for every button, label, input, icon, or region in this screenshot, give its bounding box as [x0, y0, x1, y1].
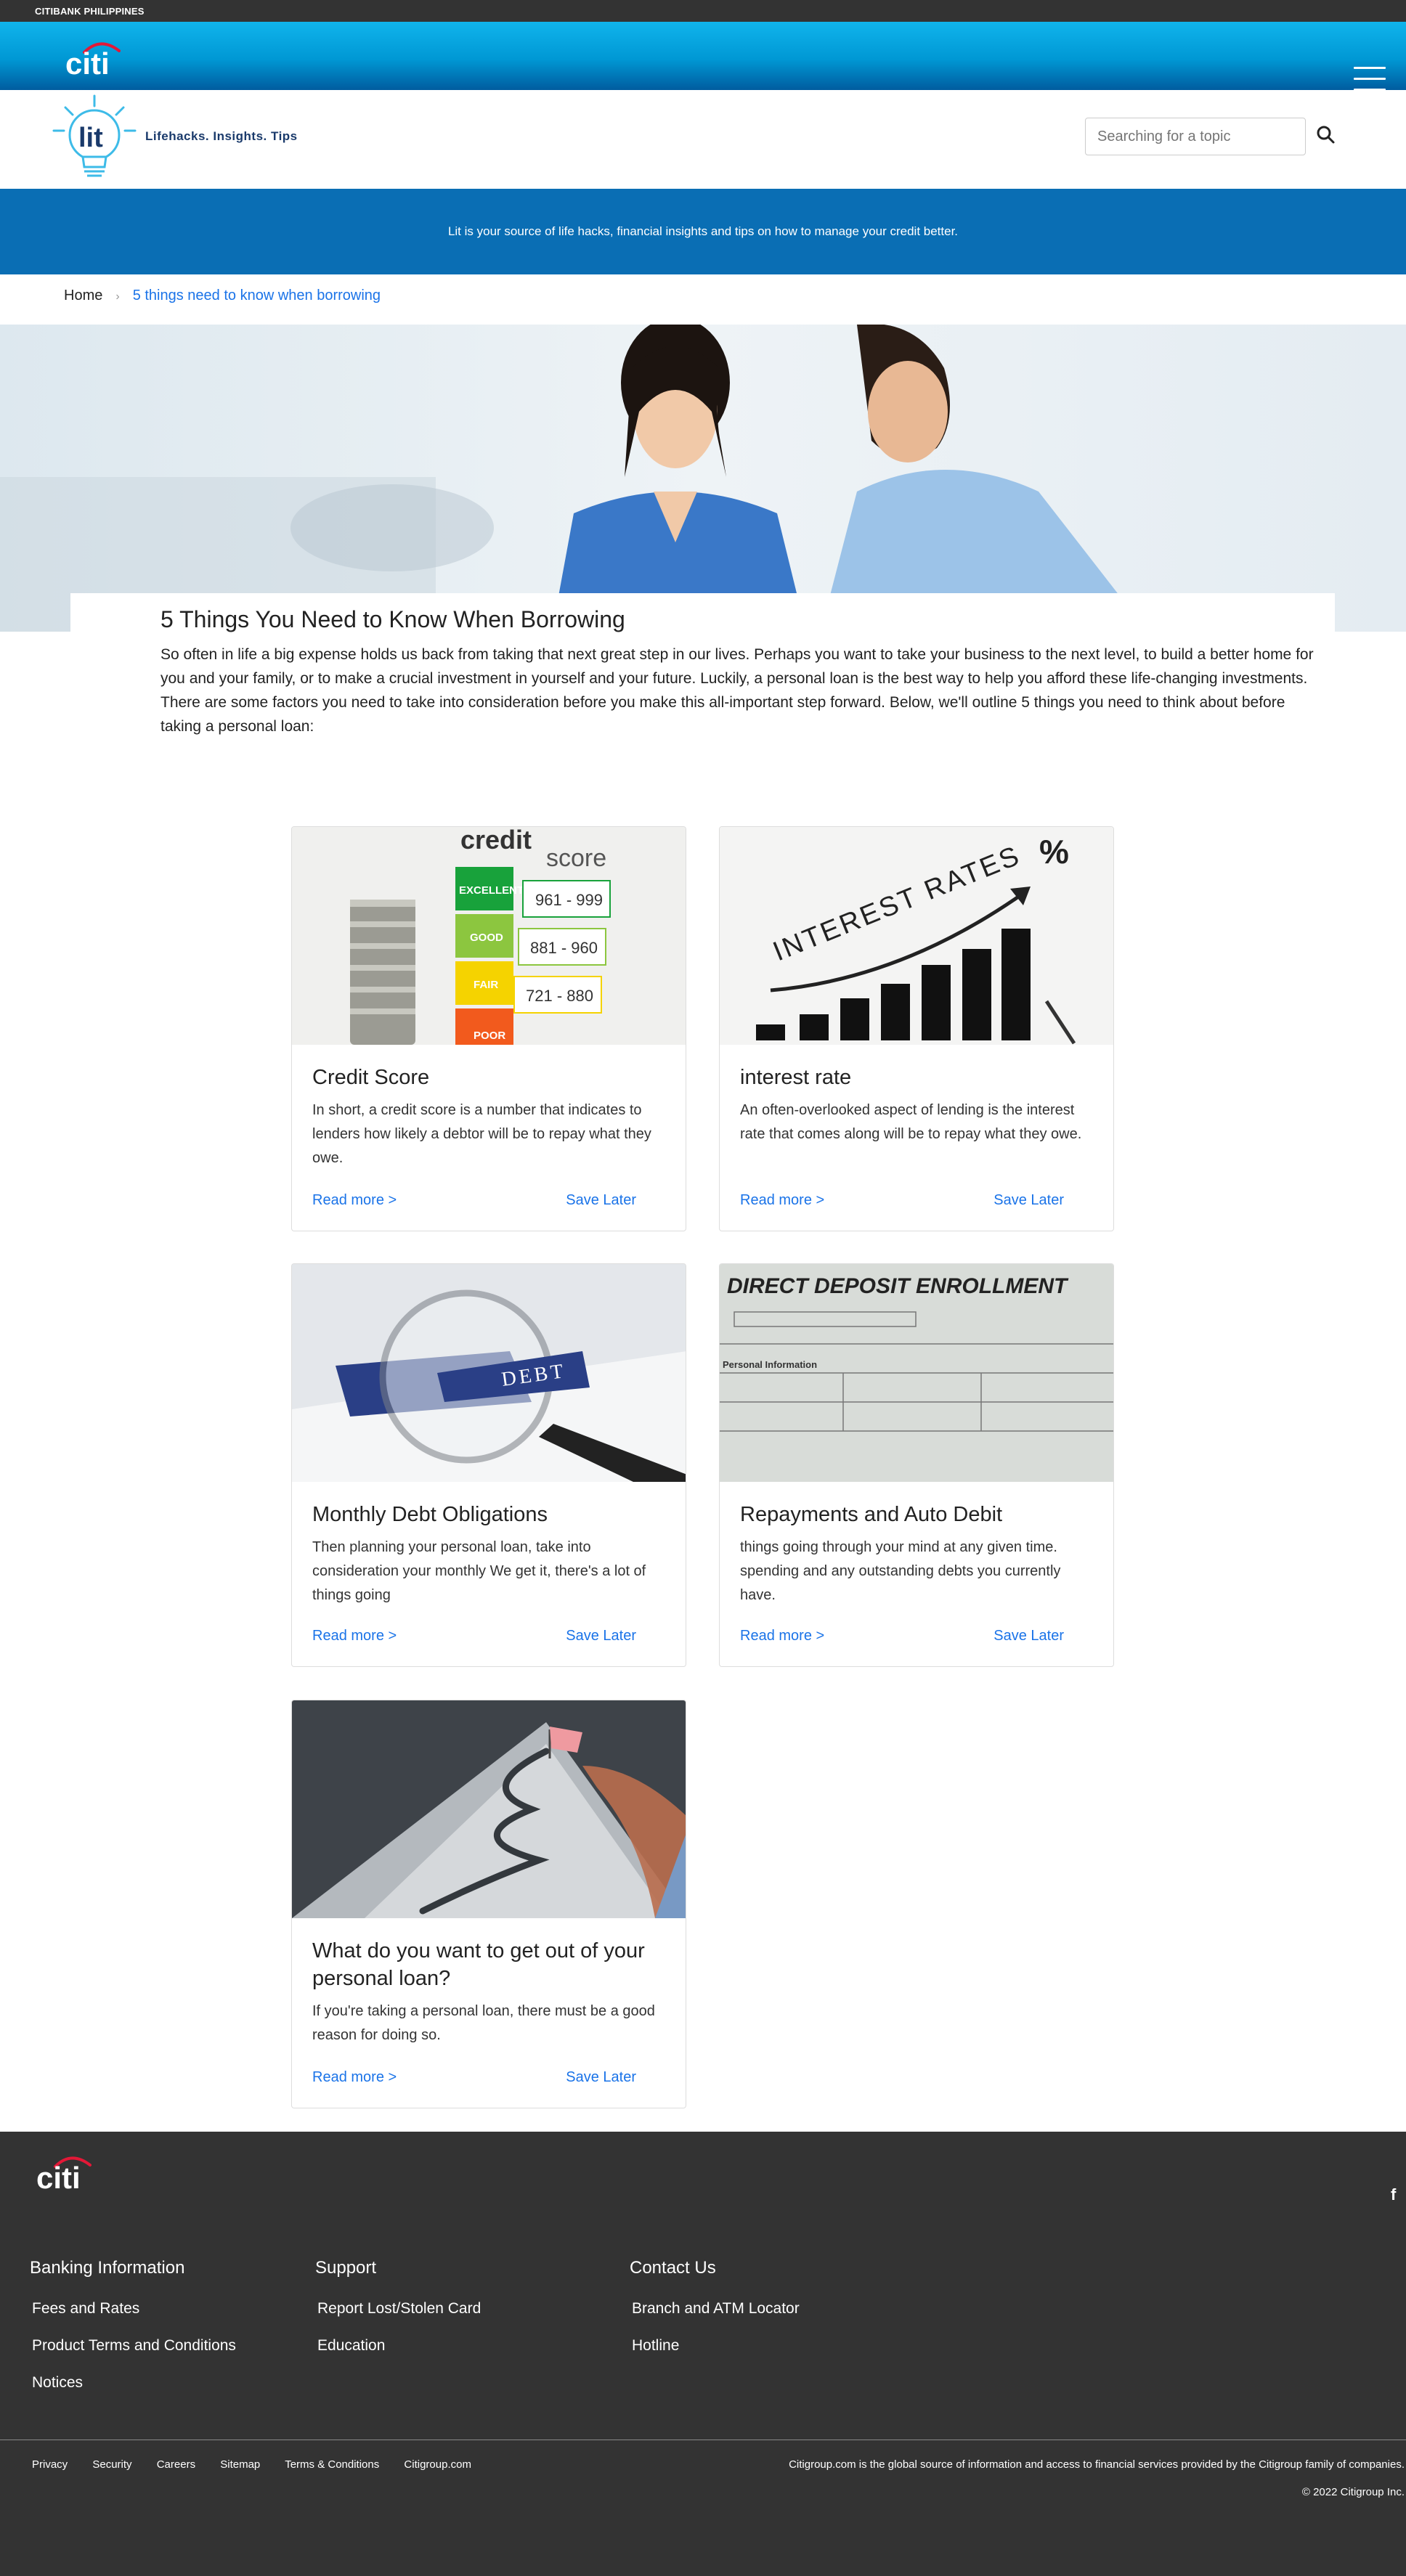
card-text: things going through your mind at any gi…: [740, 1539, 1061, 1603]
footer-note: Citigroup.com is the global source of in…: [789, 2458, 1405, 2471]
lit-bulb-logo[interactable]: lit: [51, 94, 138, 184]
svg-text:GOOD: GOOD: [470, 932, 503, 944]
copyright: © 2022 Citigroup Inc.: [1301, 2486, 1405, 2498]
svg-text:721 - 880: 721 - 880: [526, 987, 593, 1005]
read-more-link[interactable]: Read more >: [740, 1628, 824, 1644]
breadcrumb: Home › 5 things need to know when borrowin…: [64, 288, 381, 304]
footer-heading: Support: [315, 2258, 377, 2278]
footer-link[interactable]: Hotline: [630, 2337, 800, 2355]
read-more-link[interactable]: Read more >: [312, 1628, 397, 1644]
banner-text: Lit is your source of life hacks, financ…: [447, 224, 959, 238]
footer-link[interactable]: Branch and ATM Locator: [630, 2300, 800, 2318]
svg-text:POOR: POOR: [474, 1030, 505, 1042]
interest-rates-image: INTEREST RATES %: [720, 827, 1113, 1045]
breadcrumb-separator-icon: ›: [115, 290, 120, 303]
svg-text:credit: credit: [460, 827, 532, 855]
card-credit-score[interactable]: credit score EXCELLENT GOOD FAIR POOR 96…: [291, 826, 686, 1231]
save-later-link[interactable]: Save Later: [566, 2069, 636, 2086]
footer-heading: Banking Information: [30, 2258, 185, 2278]
svg-text:%: %: [1039, 833, 1069, 871]
credit-score-image: credit score EXCELLENT GOOD FAIR POOR 96…: [292, 827, 686, 1045]
svg-text:citi: citi: [65, 46, 110, 77]
country-label: CITIBANK PHILIPPINES: [35, 6, 145, 17]
card-text: If you're taking a personal loan, there …: [312, 2003, 655, 2043]
footer-link[interactable]: Product Terms and Conditions: [30, 2337, 236, 2355]
privacy-link[interactable]: Privacy: [32, 2458, 68, 2471]
svg-text:score: score: [546, 844, 606, 872]
save-later-link[interactable]: Save Later: [993, 1628, 1064, 1644]
direct-deposit-image: DIRECT DEPOSIT ENROLLMENT Personal Infor…: [720, 1264, 1113, 1482]
sitemap-link[interactable]: Sitemap: [220, 2458, 260, 2471]
svg-text:FAIR: FAIR: [474, 979, 498, 991]
read-more-link[interactable]: Read more >: [312, 1192, 397, 1208]
footer-column-banking: Banking Information Fees and Rates Produ…: [30, 2258, 236, 2411]
footer-column-contact: Contact Us Branch and ATM Locator Hotlin…: [630, 2258, 800, 2374]
footer-link[interactable]: Fees and Rates: [30, 2300, 236, 2318]
info-banner: Lit is your source of life hacks, financ…: [0, 189, 1406, 274]
article-body: So often in life a big expense holds us …: [160, 646, 1314, 735]
footer-column-support: Support Report Lost/Stolen Card Educatio…: [315, 2258, 481, 2374]
card-repayments[interactable]: DIRECT DEPOSIT ENROLLMENT Personal Infor…: [719, 1263, 1114, 1667]
debt-magnifier-image: DEBT: [292, 1264, 686, 1482]
read-more-link[interactable]: Read more >: [312, 2069, 397, 2085]
lit-tagline: Lifehacks. Insights. Tips: [145, 129, 298, 143]
search-icon[interactable]: [1312, 121, 1341, 150]
search-input[interactable]: [1085, 118, 1306, 155]
card-title: Monthly Debt Obligations: [312, 1503, 548, 1526]
facebook-icon[interactable]: f: [1391, 2185, 1396, 2204]
card-title: Repayments and Auto Debit: [740, 1503, 1003, 1526]
hero-image: [0, 325, 1406, 632]
card-personal-loan-goal[interactable]: What do you want to get out of your pers…: [291, 1700, 686, 2108]
card-monthly-debt[interactable]: DEBT Monthly Debt Obligations Then plann…: [291, 1263, 686, 1667]
footer-link[interactable]: Report Lost/Stolen Card: [315, 2300, 481, 2318]
top-bar: CITIBANK PHILIPPINES: [0, 0, 1406, 22]
footer-citi-logo[interactable]: citi: [35, 2151, 99, 2191]
svg-text:881 - 960: 881 - 960: [530, 939, 598, 957]
breadcrumb-home[interactable]: Home: [64, 288, 102, 303]
security-link[interactable]: Security: [92, 2458, 131, 2471]
svg-text:Personal Information: Personal Information: [723, 1359, 817, 1370]
terms-link[interactable]: Terms & Conditions: [285, 2458, 379, 2471]
read-more-link[interactable]: Read more >: [740, 1192, 824, 1208]
card-title: interest rate: [740, 1066, 852, 1089]
svg-text:DIRECT DEPOSIT ENROLLMENT: DIRECT DEPOSIT ENROLLMENT: [727, 1274, 1069, 1298]
citigroup-link[interactable]: Citigroup.com: [404, 2458, 471, 2471]
card-title: Credit Score: [312, 1066, 430, 1089]
breadcrumb-current[interactable]: 5 things need to know when borrowing: [133, 288, 381, 303]
footer-bottom-links: Privacy Security Careers Sitemap Terms &…: [32, 2458, 493, 2471]
save-later-link[interactable]: Save Later: [993, 1192, 1064, 1209]
save-later-link[interactable]: Save Later: [566, 1628, 636, 1644]
card-text: An often-overlooked aspect of lending is…: [740, 1102, 1082, 1142]
article: 5 Things You Need to Know When Borrowing…: [70, 593, 1335, 796]
lit-header: lit Lifehacks. Insights. Tips: [0, 90, 1406, 189]
card-interest-rate[interactable]: INTEREST RATES % interest rate An often-…: [719, 826, 1114, 1231]
card-text: Then planning your personal loan, take i…: [312, 1539, 646, 1603]
card-title: What do you want to get out of your pers…: [312, 1939, 645, 1990]
menu-icon[interactable]: [1354, 67, 1386, 93]
footer-heading: Contact Us: [630, 2258, 716, 2278]
svg-text:lit: lit: [78, 123, 103, 153]
citi-header: citi: [0, 22, 1406, 93]
footer-link[interactable]: Education: [315, 2337, 481, 2355]
article-title: 5 Things You Need to Know When Borrowing: [160, 606, 625, 632]
mountain-flag-image: [292, 1700, 686, 1918]
svg-text:citi: citi: [36, 2161, 81, 2191]
svg-text:961 - 999: 961 - 999: [535, 891, 603, 909]
card-text: In short, a credit score is a number tha…: [312, 1102, 651, 1166]
footer: citi f Banking Information Fees and Rate…: [0, 2132, 1406, 2576]
save-later-link[interactable]: Save Later: [566, 1192, 636, 1209]
careers-link[interactable]: Careers: [157, 2458, 195, 2471]
citi-logo[interactable]: citi: [64, 36, 128, 77]
svg-text:EXCELLENT: EXCELLENT: [459, 884, 524, 897]
footer-link[interactable]: Notices: [30, 2374, 236, 2392]
